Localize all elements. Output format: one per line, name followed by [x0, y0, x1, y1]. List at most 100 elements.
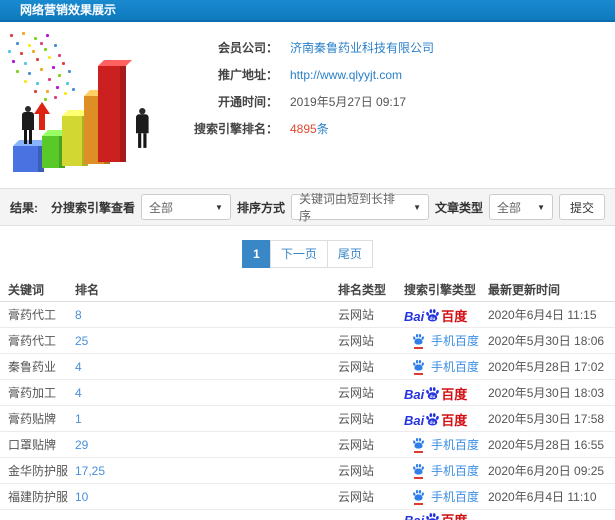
engine-filter-select[interactable]: 全部 ▼	[140, 194, 231, 220]
mobile-baidu-paw-icon	[412, 463, 426, 479]
mobile-baidu-logo: 手机百度	[404, 358, 488, 375]
rank-link[interactable]: 17,25	[75, 464, 105, 478]
mobile-baidu-paw-icon	[412, 333, 426, 349]
engine-cell-partial: Bai du 百度	[404, 510, 488, 520]
hero-section: 会员公司： 济南秦鲁药业科技有限公司 推广地址： http://www.qlyy…	[0, 24, 615, 186]
table-header-row: 关键词 排名 排名类型 搜索引擎类型 最新更新时间	[0, 278, 615, 302]
col-header-rank: 排名	[75, 283, 100, 297]
updated-cell: 2020年5月28日 16:55	[488, 438, 605, 452]
updated-cell: 2020年5月30日 17:58	[488, 412, 605, 426]
baidu-paw-icon: du	[425, 512, 440, 520]
baidu-paw-icon: du	[425, 412, 440, 429]
baidu-logo: Bai du 百度	[404, 410, 488, 427]
marketing-report-page: 网络营销效果展示 会员公司： 济南秦鲁药业科技有限公司 推广地址： http:/…	[0, 0, 615, 520]
rank-type-cell: 云网站	[338, 490, 375, 504]
table-body: 膏药代工 8 云网站 Bai du 百度 2020年6月4日 11:15 膏药代…	[0, 302, 615, 510]
baidu-logo-bai: Bai	[404, 387, 425, 402]
updated-cell: 2020年6月4日 11:15	[488, 308, 597, 322]
rank-link[interactable]: 10	[75, 490, 88, 504]
table-row: 膏药贴牌 1 云网站 Bai du 百度 2020年5月30日 17:58	[0, 406, 615, 432]
member-company-row: 会员公司： 济南秦鲁药业科技有限公司	[168, 34, 608, 61]
rank-link[interactable]: 1	[75, 412, 82, 426]
keyword-cell: 福建防护服	[8, 490, 69, 504]
next-page-button[interactable]: 下一页	[269, 240, 328, 268]
chevron-down-icon: ▼	[537, 202, 545, 212]
engine-cell: 手机百度	[404, 358, 488, 375]
mobile-baidu-logo: 手机百度	[404, 436, 488, 453]
promo-url-label: 推广地址：	[217, 68, 278, 82]
rank-type-cell: 云网站	[338, 438, 375, 452]
chevron-down-icon: ▼	[413, 202, 421, 212]
keyword-cell: 膏药加工	[8, 386, 57, 400]
growth-chart-illustration	[0, 28, 170, 180]
table-row: 膏药代工 25 云网站 手机百度 2020年5月30日 18:06	[0, 328, 615, 354]
rank-type-cell: 云网站	[338, 360, 375, 374]
baidu-logo-bai: Bai	[404, 309, 425, 324]
member-company-link[interactable]: 济南秦鲁药业科技有限公司	[290, 41, 434, 55]
engine-rank-count: 4895	[290, 122, 317, 136]
rank-link[interactable]: 4	[75, 360, 82, 374]
rank-link[interactable]: 29	[75, 438, 88, 452]
baidu-logo-bai: Bai	[404, 413, 425, 428]
baidu-logo: Bai du 百度	[404, 384, 488, 401]
engine-cell: 手机百度	[404, 488, 488, 505]
promo-url-link[interactable]: http://www.qlyyjt.com	[290, 68, 402, 82]
rank-type-cell: 云网站	[338, 386, 375, 400]
page-1-button[interactable]: 1	[242, 240, 271, 268]
mobile-baidu-label: 手机百度	[431, 464, 480, 478]
baidu-logo-bai: Bai	[404, 514, 424, 520]
article-type-select[interactable]: 全部 ▼	[489, 194, 553, 220]
mobile-baidu-label: 手机百度	[431, 438, 480, 452]
sort-filter-select[interactable]: 关键词由短到长排序 ▼	[290, 192, 429, 223]
open-time-row: 开通时间： 2019年5月27日 09:17	[168, 88, 608, 115]
table-row: 口罩贴牌 29 云网站 手机百度 2020年5月28日 16:55	[0, 432, 615, 458]
updated-cell: 2020年5月30日 18:06	[488, 334, 605, 348]
col-header-keyword: 关键词	[8, 283, 45, 297]
keyword-cell: 膏药代工	[8, 308, 57, 322]
last-page-button[interactable]: 尾页	[326, 240, 373, 268]
mobile-baidu-logo: 手机百度	[404, 462, 488, 479]
baidu-logo: Bai du 百度	[404, 306, 488, 323]
svg-text:du: du	[430, 316, 436, 321]
title-bar: 网络营销效果展示	[0, 0, 615, 22]
mobile-baidu-paw-icon	[412, 489, 426, 505]
table-row: 金华防护服 17,25 云网站 手机百度 2020年6月20日 09:25	[0, 458, 615, 484]
mobile-baidu-label: 手机百度	[431, 490, 480, 504]
rank-type-cell: 云网站	[338, 412, 375, 426]
engine-rank-unit: 条	[316, 122, 329, 136]
rank-link[interactable]: 8	[75, 308, 82, 322]
submit-button[interactable]: 提交	[559, 194, 605, 220]
engine-cell: 手机百度	[404, 332, 488, 349]
keyword-cell: 口罩贴牌	[8, 438, 57, 452]
rank-link[interactable]: 25	[75, 334, 88, 348]
updated-cell: 2020年6月4日 11:10	[488, 490, 597, 504]
mobile-baidu-label: 手机百度	[431, 360, 480, 374]
filter-controls: 分搜索引擎查看 全部 ▼ 排序方式 关键词由短到长排序 ▼ 文章类型 全部 ▼ …	[51, 192, 605, 223]
result-label: 结果:	[10, 200, 38, 215]
sort-filter-label: 排序方式	[236, 200, 285, 215]
svg-text:du: du	[430, 420, 436, 425]
updated-cell: 2020年5月28日 17:02	[488, 360, 605, 374]
engine-cell: Bai du 百度	[404, 410, 488, 427]
baidu-logo-cn: 百度	[441, 387, 468, 402]
company-info-panel: 会员公司： 济南秦鲁药业科技有限公司 推广地址： http://www.qlyy…	[168, 34, 608, 142]
rank-link[interactable]: 4	[75, 386, 82, 400]
baidu-logo-cn: 百度	[441, 309, 468, 324]
col-header-rank-type: 排名类型	[338, 283, 387, 297]
svg-text:du: du	[430, 394, 436, 399]
updated-cell: 2020年5月30日 18:03	[488, 386, 605, 400]
engine-rank-row: 搜索引擎排名： 4895条	[168, 115, 608, 142]
baidu-logo-cn: 百度	[441, 514, 467, 520]
keyword-cell: 膏药代工	[8, 334, 57, 348]
baidu-logo-cn: 百度	[441, 413, 468, 428]
keyword-cell: 秦鲁药业	[8, 360, 57, 374]
table-row: 福建防护服 10 云网站 手机百度 2020年6月4日 11:10	[0, 484, 615, 510]
open-time-value: 2019年5月27日 09:17	[290, 95, 407, 109]
table-row: 膏药加工 4 云网站 Bai du 百度 2020年5月30日 18:03	[0, 380, 615, 406]
col-header-updated: 最新更新时间	[488, 283, 561, 297]
mobile-baidu-paw-icon	[412, 437, 426, 453]
chart-bar-red	[98, 66, 126, 162]
col-header-engine-type: 搜索引擎类型	[404, 283, 477, 297]
pagination: 1 下一页 尾页	[0, 240, 615, 268]
partial-next-row: Bai du 百度	[0, 510, 615, 520]
